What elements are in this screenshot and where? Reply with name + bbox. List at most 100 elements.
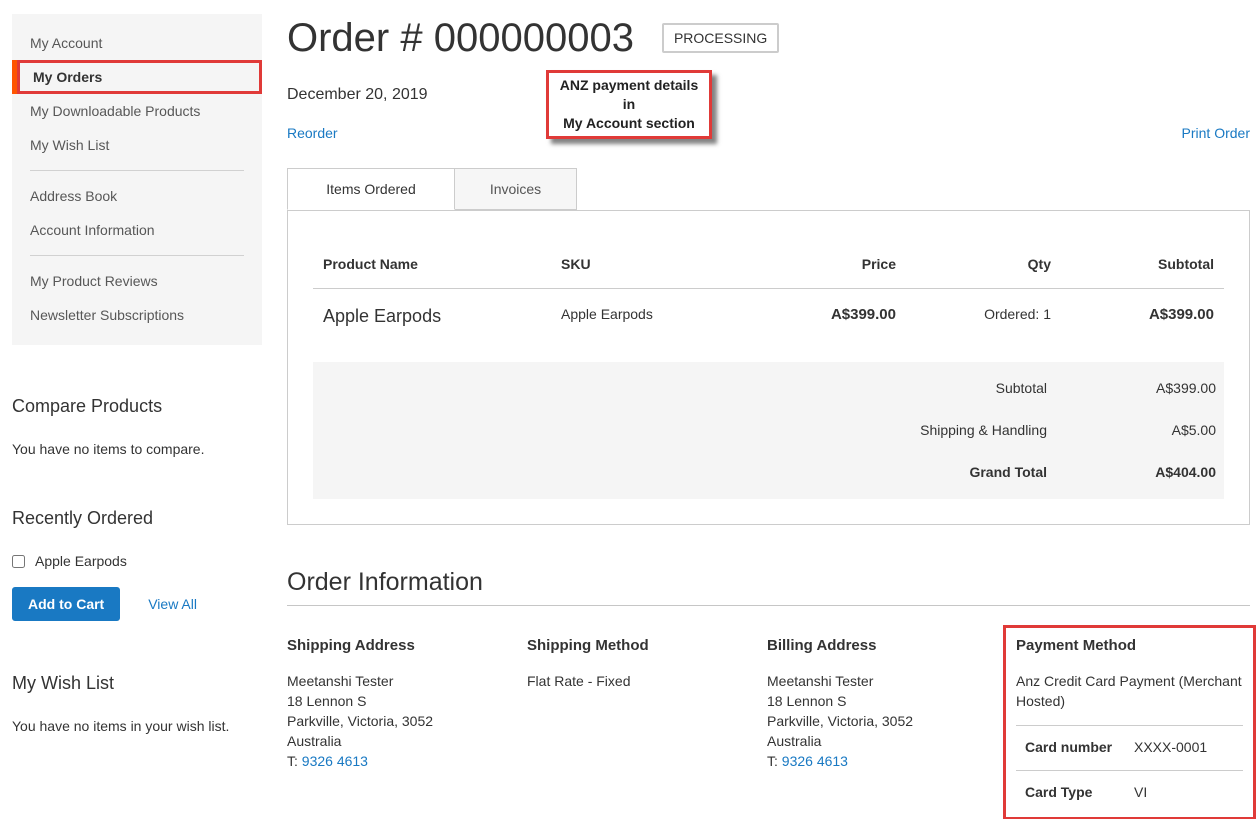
total-label: Grand Total [969, 464, 1047, 480]
table-header-row: Product Name SKU Price Qty Subtotal [313, 236, 1224, 289]
sidebar-item-my-product-reviews[interactable]: My Product Reviews [12, 264, 262, 298]
wishlist-title: My Wish List [12, 672, 252, 694]
order-information-section: Order Information Shipping Address Meeta… [287, 570, 1250, 819]
compare-products-title: Compare Products [12, 395, 252, 417]
address-line: Parkville, Victoria, 3052 [287, 711, 527, 731]
address-line: 18 Lennon S [287, 691, 527, 711]
recently-ordered-block: Recently Ordered Apple Earpods Add to Ca… [12, 507, 262, 621]
address-line: Australia [767, 731, 1007, 751]
shipping-address-box: Shipping Address Meetanshi Tester 18 Len… [287, 625, 527, 819]
totals-row-grand-total: Grand Total A$404.00 [313, 451, 1224, 493]
payment-detail-label: Card Type [1016, 784, 1134, 800]
address-line: Australia [287, 731, 527, 751]
billing-address-content: Meetanshi Tester 18 Lennon S Parkville, … [767, 671, 1007, 771]
reorder-link[interactable]: Reorder [287, 125, 338, 141]
phone-prefix: T: [287, 753, 302, 769]
account-order-page: My Account My Orders My Downloadable Pro… [0, 0, 1258, 819]
total-label: Shipping & Handling [920, 422, 1047, 438]
payment-method-box: Payment Method Anz Credit Card Payment (… [1007, 625, 1250, 819]
payment-method-annotation-frame: Payment Method Anz Credit Card Payment (… [1003, 625, 1256, 819]
col-header-product-name: Product Name [313, 236, 551, 289]
print-order-link[interactable]: Print Order [1182, 125, 1250, 141]
sidebar-item-address-book[interactable]: Address Book [12, 179, 262, 213]
shipping-method-value: Flat Rate - Fixed [527, 671, 767, 691]
col-header-price: Price [801, 236, 906, 289]
address-line: 18 Lennon S [767, 691, 1007, 711]
sidebar-item-label: My Account [30, 35, 102, 51]
payment-detail-row: Card number XXXX-0001 [1016, 725, 1243, 770]
tab-items-ordered[interactable]: Items Ordered [287, 168, 455, 210]
address-phone-line: T: 9326 4613 [767, 751, 1007, 771]
order-date: December 20, 2019 [287, 86, 1250, 104]
shipping-address-content: Meetanshi Tester 18 Lennon S Parkville, … [287, 671, 527, 771]
sidebar-item-label: Account Information [30, 222, 155, 238]
main-content: Order # 000000003 PROCESSING ANZ payment… [287, 14, 1250, 819]
payment-detail-value: VI [1134, 784, 1243, 800]
total-value: A$404.00 [1047, 464, 1224, 480]
phone-link[interactable]: 9326 4613 [302, 753, 368, 769]
item-price: A$399.00 [801, 289, 906, 363]
total-value: A$399.00 [1047, 380, 1224, 396]
annotation-line: ANZ payment details in [553, 76, 705, 114]
order-totals: Subtotal A$399.00 Shipping & Handling A$… [313, 362, 1224, 499]
item-sku: Apple Earpods [551, 289, 801, 363]
sidebar-item-label: Address Book [30, 188, 117, 204]
order-information-title: Order Information [287, 570, 1250, 595]
recently-ordered-actions: Add to Cart View All [12, 587, 252, 621]
payment-detail-row: Card Type VI [1016, 770, 1243, 815]
annotation-line: My Account section [553, 114, 705, 133]
nav-divider [30, 170, 244, 171]
billing-address-title: Billing Address [767, 636, 1007, 656]
table-row: Apple Earpods Apple Earpods A$399.00 Ord… [313, 289, 1224, 363]
recent-item-checkbox[interactable] [12, 555, 25, 568]
totals-row-shipping: Shipping & Handling A$5.00 [313, 409, 1224, 451]
item-subtotal: A$399.00 [1061, 289, 1224, 363]
totals-row-subtotal: Subtotal A$399.00 [313, 367, 1224, 409]
account-nav-box: My Account My Orders My Downloadable Pro… [12, 14, 262, 345]
phone-prefix: T: [767, 753, 782, 769]
compare-products-block: Compare Products You have no items to co… [12, 395, 262, 457]
add-to-cart-button[interactable]: Add to Cart [12, 587, 120, 621]
wishlist-block: My Wish List You have no items in your w… [12, 672, 262, 734]
shipping-method-box: Shipping Method Flat Rate - Fixed [527, 625, 767, 819]
sidebar-item-my-wish-list[interactable]: My Wish List [12, 128, 262, 162]
annotation-callout: ANZ payment details in My Account sectio… [546, 70, 712, 139]
payment-method-name: Anz Credit Card Payment (Merchant Hosted… [1016, 671, 1243, 711]
sidebar-item-my-downloadable-products[interactable]: My Downloadable Products [12, 94, 262, 128]
total-label: Subtotal [996, 380, 1047, 396]
sidebar-item-label: My Product Reviews [30, 273, 158, 289]
recently-ordered-item: Apple Earpods [12, 553, 252, 569]
order-status-badge: PROCESSING [662, 23, 779, 53]
sidebar-item-my-orders[interactable]: My Orders [12, 60, 262, 94]
sidebar-item-label: Newsletter Subscriptions [30, 307, 184, 323]
sidebar-item-my-account[interactable]: My Account [12, 26, 262, 60]
my-orders-annotation-frame: My Orders [17, 60, 262, 94]
order-title-row: Order # 000000003 PROCESSING [287, 14, 1250, 62]
payment-detail-value: XXXX-0001 [1134, 739, 1243, 755]
account-nav: My Account My Orders My Downloadable Pro… [12, 26, 262, 332]
sidebar-item-account-information[interactable]: Account Information [12, 213, 262, 247]
nav-divider [30, 255, 244, 256]
compare-products-empty-text: You have no items to compare. [12, 441, 252, 457]
view-all-link[interactable]: View All [148, 596, 197, 612]
recent-item-label[interactable]: Apple Earpods [35, 553, 127, 569]
item-qty: Ordered: 1 [906, 289, 1061, 363]
section-divider [287, 605, 1250, 606]
sidebar-item-newsletter-subscriptions[interactable]: Newsletter Subscriptions [12, 298, 262, 332]
payment-detail-label: Card number [1016, 739, 1134, 755]
order-items-table: Product Name SKU Price Qty Subtotal Appl… [313, 236, 1224, 362]
order-info-columns: Shipping Address Meetanshi Tester 18 Len… [287, 625, 1250, 819]
page-title: Order # 000000003 [287, 14, 634, 62]
billing-address-box: Billing Address Meetanshi Tester 18 Lenn… [767, 625, 1007, 819]
address-line: Meetanshi Tester [287, 671, 527, 691]
order-actions-row: Reorder Print Order [287, 125, 1250, 141]
col-header-qty: Qty [906, 236, 1061, 289]
col-header-subtotal: Subtotal [1061, 236, 1224, 289]
tab-invoices[interactable]: Invoices [455, 168, 577, 210]
phone-link[interactable]: 9326 4613 [782, 753, 848, 769]
sidebar-item-label: My Wish List [30, 137, 109, 153]
payment-method-title: Payment Method [1016, 636, 1243, 656]
payment-details-table: Card number XXXX-0001 Card Type VI [1016, 725, 1243, 815]
shipping-method-title: Shipping Method [527, 636, 767, 656]
address-phone-line: T: 9326 4613 [287, 751, 527, 771]
